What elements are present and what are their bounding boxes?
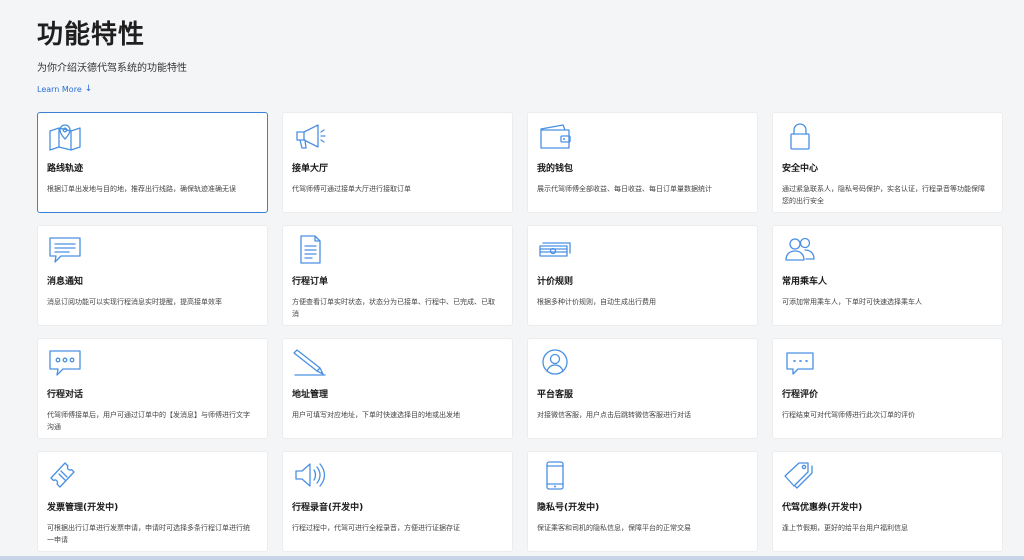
feature-description: 通过紧急联系人，隐私号码保护，实名认证，行程录音等功能保障您的出行安全 xyxy=(782,185,985,205)
tag-icon xyxy=(782,460,818,490)
map-icon xyxy=(47,121,83,151)
feature-title: 消息通知 xyxy=(47,277,84,287)
feature-card[interactable]: 平台客服对接微信客服，用户点击后跳转微信客服进行对话 xyxy=(527,338,758,439)
feature-title: 行程对话 xyxy=(47,390,84,400)
feature-title: 我的钱包 xyxy=(537,164,574,174)
feature-title: 计价规则 xyxy=(537,277,574,287)
phone-icon xyxy=(537,460,573,490)
feature-description: 根据多种计价规则，自动生成出行费用 xyxy=(537,298,656,306)
feature-card[interactable]: 行程录音(开发中) 行程过程中，代驾可进行全程录音，方便进行证据存证 xyxy=(282,451,513,552)
feature-description: 行程过程中，代驾可进行全程录音，方便进行证据存证 xyxy=(292,524,460,532)
feature-card[interactable]: 我的钱包展示代驾师傅全部收益、每日收益、每日订单量数据统计 xyxy=(527,112,758,213)
feature-card[interactable]: 路线轨迹根据订单出发地与目的地，推荐出行线路，确保轨迹准确无误 xyxy=(37,112,268,213)
feature-grid: 路线轨迹 根据订单出发地与目的地，推荐出行线路，确保轨迹准确无误 接单大厅 代驾师傅可… xyxy=(37,112,1003,552)
feature-description: 逢上节假期，更好的给平台用户福利信息 xyxy=(782,524,908,532)
comment-icon xyxy=(782,347,818,377)
feature-title: 行程订单 xyxy=(292,277,329,287)
feature-title: 平台客服 xyxy=(537,390,574,400)
feature-card[interactable]: 接单大厅代驾师傅可通过接单大厅进行接取订单 xyxy=(282,112,513,213)
message-icon xyxy=(47,234,83,264)
chat-icon xyxy=(47,347,83,377)
feature-title: 地址管理 xyxy=(292,390,329,400)
pencil-icon xyxy=(292,347,328,377)
feature-description: 用户可填写对应地址，下单时快速选择目的地或出发地 xyxy=(292,411,460,419)
feature-description: 根据订单出发地与目的地，推荐出行线路，确保轨迹准确无误 xyxy=(47,185,236,193)
feature-description: 展示代驾师傅全部收益、每日收益、每日订单量数据统计 xyxy=(537,185,712,193)
feature-card[interactable]: 代驾优惠券(开发中) 逢上节假期，更好的给平台用户福利信息 xyxy=(772,451,1003,552)
feature-title: 行程录音(开发中) xyxy=(292,503,364,513)
feature-card[interactable]: 行程对话代驾师傅接单后，用户可通过订单中的【发消息】与师傅进行文字沟通 xyxy=(37,338,268,439)
feature-description: 代驾师傅接单后，用户可通过订单中的【发消息】与师傅进行文字沟通 xyxy=(47,411,250,431)
feature-description: 行程结束可对代驾师傅进行此次订单的评价 xyxy=(782,411,915,419)
money-icon xyxy=(537,234,573,264)
learn-more-link[interactable]: Learn More ↓ xyxy=(37,84,93,95)
feature-card[interactable]: 消息通知消息订阅功能可以实现行程消息实时提醒，提高接单效率 xyxy=(37,225,268,326)
megaphone-icon xyxy=(292,121,328,151)
feature-card[interactable]: 发票管理(开发中) 可根据出行订单进行发票申请，申请时可选择多条行程订单进行统一申… xyxy=(37,451,268,552)
feature-description: 消息订阅功能可以实现行程消息实时提醒，提高接单效率 xyxy=(47,298,222,306)
feature-description: 代驾师傅可通过接单大厅进行接取订单 xyxy=(292,185,411,193)
lock-icon xyxy=(782,121,818,151)
document-icon xyxy=(292,234,328,264)
feature-title: 安全中心 xyxy=(782,164,819,174)
feature-title: 隐私号(开发中) xyxy=(537,503,600,513)
bottom-bar xyxy=(0,556,1024,560)
page-subtitle: 为你介绍沃德代驾系统的功能特性 xyxy=(37,63,187,74)
users-icon xyxy=(782,234,818,264)
feature-description: 保证乘客和司机的隐私信息，保障平台的正常交易 xyxy=(537,524,691,532)
learn-more-label: Learn More xyxy=(37,85,82,94)
feature-description: 可根据出行订单进行发票申请，申请时可选择多条行程订单进行统一申请 xyxy=(47,524,250,544)
arrow-down-icon: ↓ xyxy=(84,84,93,94)
feature-description: 对接微信客服，用户点击后跳转微信客服进行对话 xyxy=(537,411,691,419)
feature-card[interactable]: 安全中心通过紧急联系人，隐私号码保护，实名认证，行程录音等功能保障您的出行安全 xyxy=(772,112,1003,213)
feature-card[interactable]: 常用乘车人可添加常用乘车人，下单时可快速选择乘车人 xyxy=(772,225,1003,326)
feature-title: 接单大厅 xyxy=(292,164,329,174)
feature-title: 发票管理(开发中) xyxy=(47,503,119,513)
feature-description: 可添加常用乘车人，下单时可快速选择乘车人 xyxy=(782,298,922,306)
feature-description: 方便查看订单实时状态，状态分为已接单、行程中、已完成、已取消 xyxy=(292,298,495,318)
feature-title: 路线轨迹 xyxy=(47,164,84,174)
feature-card[interactable]: 地址管理用户可填写对应地址，下单时快速选择目的地或出发地 xyxy=(282,338,513,439)
feature-title: 常用乘车人 xyxy=(782,277,828,287)
wallet-icon xyxy=(537,121,573,151)
feature-card[interactable]: 行程评价行程结束可对代驾师傅进行此次订单的评价 xyxy=(772,338,1003,439)
feature-title: 行程评价 xyxy=(782,390,819,400)
feature-title: 代驾优惠券(开发中) xyxy=(782,503,863,513)
speaker-icon xyxy=(292,460,328,490)
feature-card[interactable]: 隐私号(开发中) 保证乘客和司机的隐私信息，保障平台的正常交易 xyxy=(527,451,758,552)
feature-card[interactable]: 计价规则根据多种计价规则，自动生成出行费用 xyxy=(527,225,758,326)
ticket-icon xyxy=(47,460,83,490)
page-title: 功能特性 xyxy=(37,20,146,50)
feature-card[interactable]: 行程订单方便查看订单实时状态，状态分为已接单、行程中、已完成、已取消 xyxy=(282,225,513,326)
support-icon xyxy=(537,347,573,377)
